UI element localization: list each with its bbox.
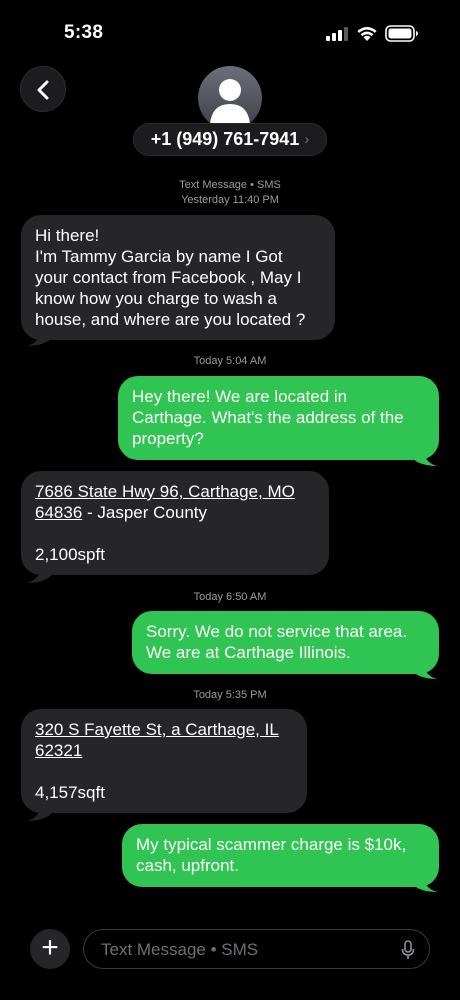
message-service-label: Text Message • SMS xyxy=(179,179,281,191)
microphone-icon[interactable] xyxy=(401,940,415,960)
message-input[interactable]: Text Message • SMS xyxy=(83,929,430,969)
message-text-line: know how you charge to wash a xyxy=(35,289,277,308)
battery-icon xyxy=(385,25,418,42)
message-text-line: We are at Carthage Illinois. xyxy=(146,643,351,662)
message-input-placeholder: Text Message • SMS xyxy=(101,940,259,959)
status-time: 5:38 xyxy=(64,22,104,43)
add-attachment-button[interactable]: + xyxy=(30,929,70,969)
message-text-line: your contact from Facebook , May I xyxy=(35,268,302,287)
message-text-line: Carthage. What's the address of the xyxy=(132,408,404,427)
message-text-line: Sorry. We do not service that area. xyxy=(146,622,408,641)
message-text-line: property? xyxy=(132,429,204,448)
status-bar: 5:38 xyxy=(0,0,460,60)
contact-name-button[interactable]: +1 (949) 761-7941 › xyxy=(133,123,327,156)
wifi-icon xyxy=(357,27,377,41)
contact-avatar[interactable] xyxy=(198,66,262,130)
chevron-left-icon xyxy=(37,80,49,100)
cellular-signal-icon xyxy=(326,27,348,41)
message-bubble-outgoing[interactable]: Hey there! We are located in Carthage. W… xyxy=(118,376,439,460)
message-bubble-incoming[interactable]: 7686 State Hwy 96, Carthage, MO 64836 - … xyxy=(21,471,329,575)
person-icon xyxy=(210,79,250,124)
message-text-line: 4,157sqft xyxy=(35,783,105,802)
back-button[interactable] xyxy=(20,66,66,112)
contact-number: +1 (949) 761-7941 xyxy=(150,129,300,149)
address-link[interactable]: 64836 xyxy=(35,503,82,522)
message-bubble-outgoing[interactable]: My typical scammer charge is $10k, cash,… xyxy=(122,824,439,887)
timestamp: Yesterday 11:40 PM xyxy=(181,194,279,206)
message-text-line: I'm Tammy Garcia by name I Got xyxy=(35,247,283,266)
message-text-line: Hi there! xyxy=(35,226,100,245)
message-bubble-incoming[interactable]: 320 S Fayette St, a Carthage, IL 62321 4… xyxy=(21,709,307,813)
timestamp: Today 6:50 AM xyxy=(193,591,267,603)
address-link[interactable]: 320 S Fayette St, a Carthage, IL xyxy=(35,720,279,739)
address-link[interactable]: 7686 State Hwy 96, Carthage, MO xyxy=(35,482,295,501)
message-bubble-outgoing[interactable]: Sorry. We do not service that area. We a… xyxy=(132,611,439,674)
message-bubble-incoming[interactable]: Hi there! I'm Tammy Garcia by name I Got… xyxy=(21,215,335,340)
message-text-line: cash, upfront. xyxy=(136,856,240,875)
message-text-line: 2,100spft xyxy=(35,545,105,564)
chevron-right-icon: › xyxy=(304,131,310,148)
message-text: - Jasper County xyxy=(82,503,208,522)
message-text-line: Hey there! We are located in xyxy=(132,387,348,406)
timestamp: Today 5:35 PM xyxy=(193,689,267,701)
message-text-line: house, and where are you located ? xyxy=(35,310,306,329)
timestamp: Today 5:04 AM xyxy=(193,355,267,367)
message-text-line: My typical scammer charge is $10k, xyxy=(136,835,407,854)
plus-icon: + xyxy=(41,931,59,964)
address-link[interactable]: 62321 xyxy=(35,741,82,760)
